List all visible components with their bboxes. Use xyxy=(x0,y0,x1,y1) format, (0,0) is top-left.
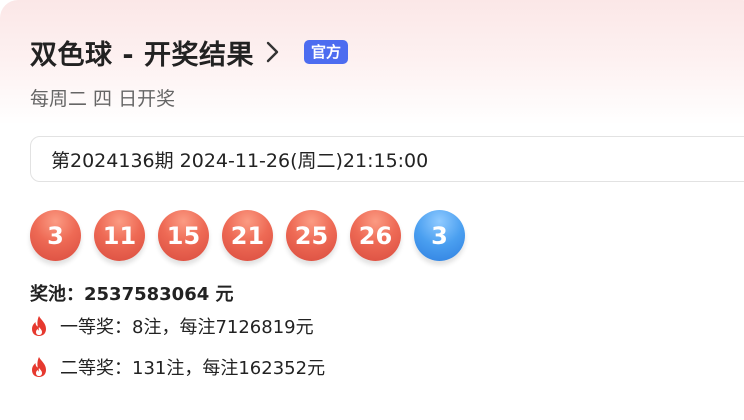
red-ball: 15 xyxy=(158,210,209,261)
prize-level-label: 二等奖： xyxy=(60,358,132,379)
prize-pool: 奖池： 2537583064 元 xyxy=(30,280,234,306)
red-ball: 25 xyxy=(286,210,337,261)
winning-numbers: 3 11 15 21 25 26 3 xyxy=(30,210,478,261)
prize-detail: 8注，每注7126819元 xyxy=(132,317,314,338)
prize-row-first: 一等奖： 8注，每注7126819元 xyxy=(30,313,314,339)
page-title[interactable]: 双色球 - 开奖结果 xyxy=(30,33,254,72)
red-ball: 11 xyxy=(94,210,145,261)
prize-pool-label: 奖池： xyxy=(30,284,84,305)
draw-schedule: 每周二 四 日开奖 xyxy=(30,88,176,110)
fire-icon xyxy=(32,357,46,377)
red-ball: 3 xyxy=(30,210,81,261)
official-badge: 官方 xyxy=(304,40,349,64)
chevron-right-icon[interactable] xyxy=(262,39,284,65)
draw-period-label: 第2024136期 2024-11-26(周二)21:15:00 xyxy=(51,149,429,172)
prize-pool-amount: 2537583064 元 xyxy=(84,284,234,305)
header: 双色球 - 开奖结果 官方 xyxy=(30,32,349,72)
lottery-result-card: 双色球 - 开奖结果 官方 每周二 四 日开奖 第2024136期 2024-1… xyxy=(0,0,744,420)
blue-ball: 3 xyxy=(414,210,465,261)
draw-period-select[interactable]: 第2024136期 2024-11-26(周二)21:15:00 xyxy=(30,136,744,182)
red-ball: 21 xyxy=(222,210,273,261)
prize-detail: 131注，每注162352元 xyxy=(132,358,326,379)
fire-icon xyxy=(32,316,46,336)
prize-level-label: 一等奖： xyxy=(60,317,132,338)
red-ball: 26 xyxy=(350,210,401,261)
prize-row-second: 二等奖： 131注，每注162352元 xyxy=(30,354,325,380)
